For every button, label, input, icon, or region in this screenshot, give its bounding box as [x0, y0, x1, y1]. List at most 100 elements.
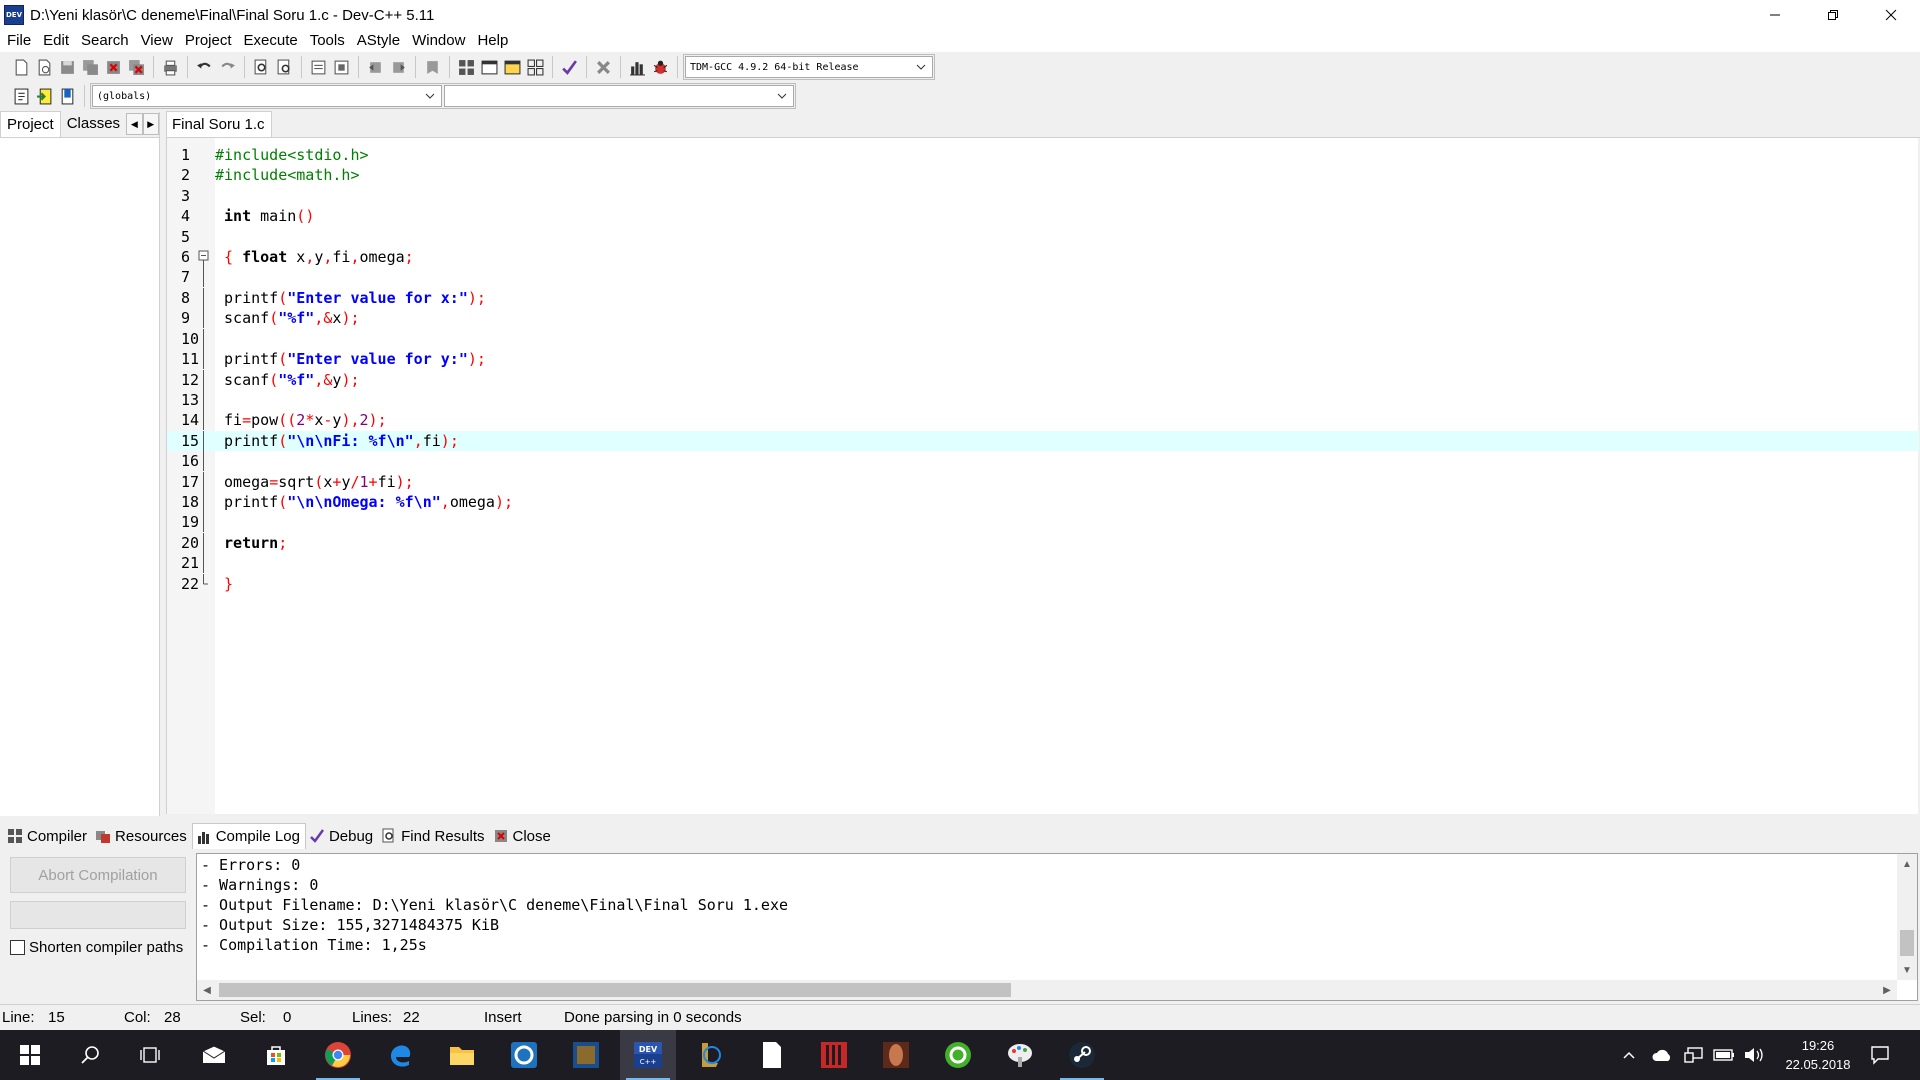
code-line[interactable]: 12 scanf("%f",&y);: [167, 369, 1919, 390]
taskbar-uplay[interactable]: [496, 1030, 552, 1080]
tab-compiler[interactable]: Compiler: [4, 823, 92, 849]
code-line[interactable]: 2 #include<math.h>: [167, 165, 1919, 185]
taskbar-green-app[interactable]: [930, 1030, 986, 1080]
menu-astyle[interactable]: AStyle: [351, 30, 406, 52]
taskbar-file-explorer[interactable]: [434, 1030, 490, 1080]
compiler-select[interactable]: TDM-GCC 4.9.2 64-bit Release: [685, 56, 933, 78]
code-line[interactable]: 22 }: [167, 573, 1919, 594]
menu-window[interactable]: Window: [406, 30, 471, 52]
stop-execution-button[interactable]: [592, 56, 614, 78]
restore-button[interactable]: [1804, 0, 1862, 30]
debug-button[interactable]: [649, 56, 671, 78]
menu-edit[interactable]: Edit: [37, 30, 75, 52]
log-horizontal-scrollbar[interactable]: ◀ ▶: [197, 980, 1897, 1000]
taskbar-paint[interactable]: [992, 1030, 1048, 1080]
code-line[interactable]: 21: [167, 553, 1919, 574]
scroll-up-icon[interactable]: ▲: [1899, 856, 1915, 872]
start-button[interactable]: [2, 1030, 58, 1080]
new-file-button[interactable]: [10, 56, 32, 78]
taskbar-red-app[interactable]: [806, 1030, 862, 1080]
function-select[interactable]: [444, 85, 794, 107]
save-button[interactable]: [56, 56, 78, 78]
code-line[interactable]: 3: [167, 186, 1919, 206]
redo-button[interactable]: [216, 56, 238, 78]
taskbar-mail[interactable]: [186, 1030, 242, 1080]
menu-project[interactable]: Project: [179, 30, 238, 52]
menu-view[interactable]: View: [135, 30, 179, 52]
code-line[interactable]: 15 printf("\n\nFi: %f\n",fi);: [167, 430, 1919, 451]
taskbar-edge[interactable]: [372, 1030, 428, 1080]
devcpp-app-icon[interactable]: DEV: [4, 5, 24, 25]
syntax-check-button[interactable]: [558, 56, 580, 78]
code-line[interactable]: 8 printf("Enter value for x:");: [167, 287, 1919, 308]
taskbar-chrome[interactable]: [310, 1030, 366, 1080]
taskbar-store[interactable]: [248, 1030, 304, 1080]
taskbar-steam[interactable]: [1054, 1030, 1110, 1080]
code-line[interactable]: 14 fi=pow((2*x-y),2);: [167, 410, 1919, 431]
menu-tools[interactable]: Tools: [304, 30, 351, 52]
minimize-button[interactable]: [1746, 0, 1804, 30]
open-file-button[interactable]: [33, 56, 55, 78]
indent-button[interactable]: [364, 56, 386, 78]
menu-file[interactable]: File: [0, 30, 37, 52]
toggle-bookmark-button[interactable]: [330, 56, 352, 78]
code-line[interactable]: 18 printf("\n\nOmega: %f\n",omega);: [167, 492, 1919, 512]
code-line[interactable]: 10: [167, 328, 1919, 349]
code-line[interactable]: 6 { float x,y,fi,omega;: [167, 247, 1919, 268]
replace-button[interactable]: [273, 56, 295, 78]
tab-scroll-right-button[interactable]: ▶: [142, 113, 159, 135]
code-line[interactable]: 4 int main(): [167, 206, 1919, 226]
goto-line-button[interactable]: [307, 56, 329, 78]
code-line[interactable]: 11 printf("Enter value for y:");: [167, 349, 1919, 370]
code-line[interactable]: 13: [167, 389, 1919, 410]
find-button[interactable]: [250, 56, 272, 78]
tray-network[interactable]: [1680, 1030, 1708, 1080]
task-view-button[interactable]: [122, 1030, 178, 1080]
bookmarks-button[interactable]: [56, 85, 78, 107]
taskbar-league[interactable]: [682, 1030, 738, 1080]
taskbar-game[interactable]: [558, 1030, 614, 1080]
scroll-thumb[interactable]: [1900, 930, 1914, 956]
menu-search[interactable]: Search: [75, 30, 135, 52]
tab-find-results[interactable]: Find Results: [378, 823, 489, 849]
editor-tab-file[interactable]: Final Soru 1.c: [166, 111, 272, 137]
code-line[interactable]: 5: [167, 227, 1919, 247]
new-project-button[interactable]: [10, 85, 32, 107]
tab-classes[interactable]: Classes: [61, 111, 126, 137]
taskbar-clock[interactable]: 19:26 22.05.2018: [1778, 1036, 1858, 1074]
print-button[interactable]: [159, 56, 181, 78]
compile-run-button[interactable]: [501, 56, 523, 78]
tray-onedrive[interactable]: [1648, 1030, 1676, 1080]
taskbar-devcpp[interactable]: DEV C++: [620, 1030, 676, 1080]
scroll-right-icon[interactable]: ▶: [1879, 982, 1895, 998]
scroll-thumb[interactable]: [219, 983, 1011, 997]
code-line[interactable]: 7: [167, 267, 1919, 288]
code-editor[interactable]: 1 #include<stdio.h> 2 #include<math.h> 3 4 in…: [166, 138, 1919, 814]
close-button[interactable]: [1862, 0, 1920, 30]
code-line[interactable]: 17 omega=sqrt(x+y/1+fi);: [167, 471, 1919, 492]
code-line[interactable]: 19: [167, 512, 1919, 533]
tab-compile-log[interactable]: Compile Log: [191, 823, 306, 849]
shorten-paths-checkbox[interactable]: [10, 940, 25, 955]
code-line[interactable]: 16: [167, 451, 1919, 472]
scope-select[interactable]: (globals): [92, 85, 442, 107]
save-all-button[interactable]: [79, 56, 101, 78]
abort-compilation-button[interactable]: Abort Compilation: [10, 857, 186, 893]
profile-button[interactable]: [626, 56, 648, 78]
shorten-paths-option[interactable]: Shorten compiler paths: [10, 939, 183, 956]
tab-resources[interactable]: Resources: [92, 823, 192, 849]
compile-log-output[interactable]: - Errors: 0 - Warnings: 0 - Output Filen…: [196, 853, 1918, 1001]
menu-execute[interactable]: Execute: [238, 30, 304, 52]
tab-close[interactable]: Close: [490, 823, 556, 849]
fold-collapse-icon[interactable]: [194, 247, 214, 268]
tab-project[interactable]: Project: [0, 111, 61, 137]
insert-code-button[interactable]: [33, 85, 55, 107]
taskbar-game-2[interactable]: [868, 1030, 924, 1080]
run-button[interactable]: [478, 56, 500, 78]
tray-overflow-button[interactable]: [1616, 1030, 1642, 1080]
close-file-button[interactable]: [102, 56, 124, 78]
tray-battery[interactable]: [1710, 1030, 1738, 1080]
scroll-left-icon[interactable]: ◀: [199, 982, 215, 998]
unindent-button[interactable]: [387, 56, 409, 78]
scroll-down-icon[interactable]: ▼: [1899, 962, 1915, 978]
